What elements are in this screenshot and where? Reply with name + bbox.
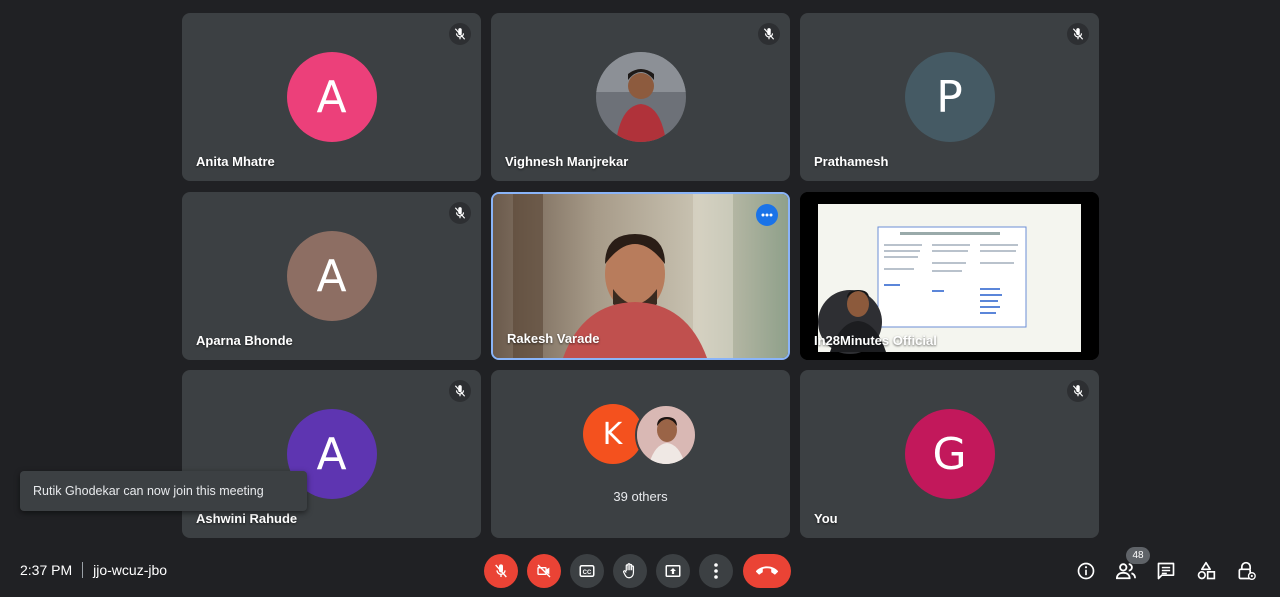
captions-button[interactable]: CC bbox=[570, 554, 604, 588]
chat-icon bbox=[1157, 562, 1175, 580]
mic-off-icon bbox=[449, 202, 471, 224]
participant-tile-anita[interactable]: A Anita Mhatre bbox=[182, 13, 481, 181]
more-options-icon[interactable] bbox=[756, 204, 778, 226]
avatar: A bbox=[286, 231, 377, 321]
participant-tile-you[interactable]: G You bbox=[800, 370, 1099, 538]
participant-tile-rakesh[interactable]: Rakesh Varade bbox=[491, 192, 790, 360]
activities-button[interactable] bbox=[1193, 558, 1219, 584]
participant-name: Anita Mhatre bbox=[196, 154, 275, 169]
participant-tile-ashwini[interactable]: A Ashwini Rahude bbox=[182, 370, 481, 538]
mic-off-icon bbox=[495, 564, 507, 578]
avatar: P bbox=[904, 52, 995, 142]
participant-name: Vighnesh Manjrekar bbox=[505, 154, 629, 169]
mic-off-icon bbox=[758, 23, 780, 45]
participant-tile-in28minutes[interactable]: In28Minutes Official bbox=[800, 192, 1099, 360]
more-vert-icon bbox=[714, 563, 718, 579]
meeting-info: 2:37 PM jjo-wcuz-jbo bbox=[20, 562, 167, 578]
participant-name: Aparna Bhonde bbox=[196, 333, 293, 348]
participant-tile-prathamesh[interactable]: P Prathamesh bbox=[800, 13, 1099, 181]
call-end-icon bbox=[756, 566, 778, 575]
notification-toast: Rutik Ghodekar can now join this meeting bbox=[20, 471, 307, 511]
participant-name: You bbox=[814, 511, 838, 526]
others-tile[interactable]: K 39 others bbox=[491, 370, 790, 538]
mic-off-icon bbox=[449, 380, 471, 402]
participant-tile-vighnesh[interactable]: Vighnesh Manjrekar bbox=[491, 13, 790, 181]
present-screen-icon bbox=[665, 565, 681, 577]
participant-tile-aparna[interactable]: A Aparna Bhonde bbox=[182, 192, 481, 360]
meeting-code[interactable]: jjo-wcuz-jbo bbox=[93, 562, 167, 578]
raise-hand-button[interactable] bbox=[613, 554, 647, 588]
people-button[interactable] bbox=[1113, 558, 1139, 584]
svg-text:CC: CC bbox=[583, 570, 592, 576]
avatar-photo bbox=[595, 52, 686, 142]
activities-icon bbox=[1197, 561, 1216, 580]
more-options-button[interactable] bbox=[699, 554, 733, 588]
host-controls-button[interactable] bbox=[1233, 558, 1259, 584]
participant-name: Rakesh Varade bbox=[507, 331, 600, 346]
meet-stage: A Anita Mhatre Vighnesh Manjrekar P Prat… bbox=[0, 0, 1280, 597]
mic-off-icon bbox=[1067, 380, 1089, 402]
mic-toggle-button[interactable] bbox=[484, 554, 518, 588]
end-call-button[interactable] bbox=[743, 554, 791, 588]
camera-toggle-button[interactable] bbox=[527, 554, 561, 588]
divider bbox=[82, 562, 84, 578]
host-controls-icon bbox=[1238, 561, 1256, 580]
chat-button[interactable] bbox=[1153, 558, 1179, 584]
avatar: G bbox=[904, 409, 995, 499]
others-count-label: 39 others bbox=[613, 489, 668, 504]
participant-name: Prathamesh bbox=[814, 154, 889, 169]
mic-off-icon bbox=[449, 23, 471, 45]
avatar: A bbox=[286, 52, 377, 142]
participant-name: Ashwini Rahude bbox=[196, 511, 298, 526]
present-screen-button[interactable] bbox=[656, 554, 690, 588]
people-icon bbox=[1115, 563, 1136, 580]
videocam-off-icon bbox=[537, 564, 551, 578]
avatar: K bbox=[582, 404, 643, 464]
meeting-time: 2:37 PM bbox=[20, 562, 73, 578]
avatar-photo bbox=[634, 404, 697, 466]
mic-off-icon bbox=[1067, 23, 1089, 45]
meeting-details-button[interactable] bbox=[1073, 558, 1099, 584]
raise-hand-icon bbox=[623, 563, 635, 579]
info-icon bbox=[1077, 562, 1095, 580]
participant-name: In28Minutes Official bbox=[814, 333, 937, 348]
closed-caption-icon: CC bbox=[579, 565, 595, 577]
others-avatars: K bbox=[582, 404, 703, 466]
